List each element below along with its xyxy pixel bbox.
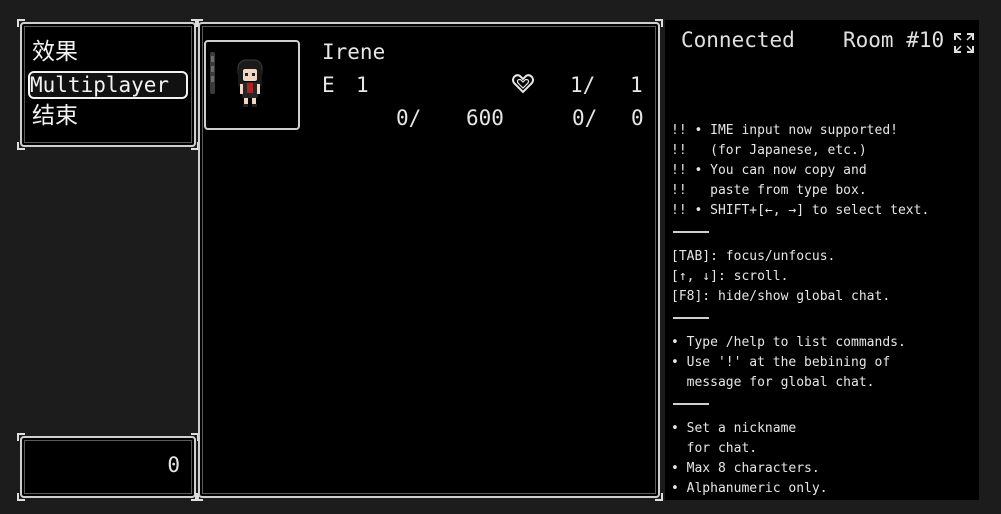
mp-current: 0/ bbox=[572, 106, 598, 130]
chat-panel[interactable]: Connected Room #10 !! • IME input now su… bbox=[665, 20, 979, 500]
chat-line: [↑, ↓]: scroll. bbox=[671, 269, 789, 284]
hp-max: 1 bbox=[630, 73, 643, 97]
chat-line: • Max 8 characters. bbox=[671, 461, 820, 476]
chat-line: !! • You can now copy and bbox=[671, 163, 867, 178]
level-value: 1 bbox=[356, 73, 369, 97]
chat-divider bbox=[673, 231, 709, 233]
chat-line: • Alphanumeric only. bbox=[671, 481, 828, 496]
actor-sprite bbox=[210, 52, 263, 107]
chat-line: [F8]: hide/show global chat. bbox=[671, 289, 891, 304]
heart-icon bbox=[512, 74, 534, 98]
exp-next: 600 bbox=[466, 106, 504, 130]
chat-divider bbox=[673, 403, 709, 405]
chat-line: !! paste from type box. bbox=[671, 183, 867, 198]
chat-line: for chat. bbox=[671, 441, 758, 456]
chat-line: • Use '!' at the bebining of bbox=[671, 355, 891, 370]
actor-portrait-frame[interactable] bbox=[204, 40, 300, 130]
fullscreen-icon[interactable] bbox=[953, 32, 975, 58]
level-label: E bbox=[322, 73, 335, 97]
menu-item-multiplayer[interactable]: Multiplayer bbox=[28, 71, 188, 99]
menu-item-end[interactable]: 结束 bbox=[32, 102, 188, 130]
gold-window: 0 bbox=[17, 433, 199, 501]
exp-current: 0/ bbox=[396, 106, 422, 130]
chat-divider bbox=[673, 317, 709, 319]
status-window: Irene E 1 1/ 1 0/ 600 0/ 0 bbox=[195, 19, 663, 501]
chat-line: • Type /help to list commands. bbox=[671, 335, 906, 350]
command-menu: 效果 Multiplayer 结束 bbox=[17, 19, 199, 150]
menu-item-effects[interactable]: 效果 bbox=[32, 38, 188, 66]
chat-line: [TAB]: focus/unfocus. bbox=[671, 249, 836, 264]
chat-line: message for global chat. bbox=[671, 375, 875, 390]
chat-line: !! • IME input now supported! bbox=[671, 123, 898, 138]
chat-line: • Set a nickname bbox=[671, 421, 797, 436]
chat-line: !! • SHIFT+[←, →] to select text. bbox=[671, 203, 930, 218]
hp-current: 1/ bbox=[570, 73, 596, 97]
chat-line: !! (for Japanese, etc.) bbox=[671, 143, 867, 158]
room-label: Room #10 bbox=[843, 28, 945, 52]
mp-max: 0 bbox=[631, 106, 644, 130]
connection-status: Connected bbox=[681, 28, 795, 52]
gold-value: 0 bbox=[167, 453, 180, 477]
actor-name: Irene bbox=[322, 40, 386, 64]
